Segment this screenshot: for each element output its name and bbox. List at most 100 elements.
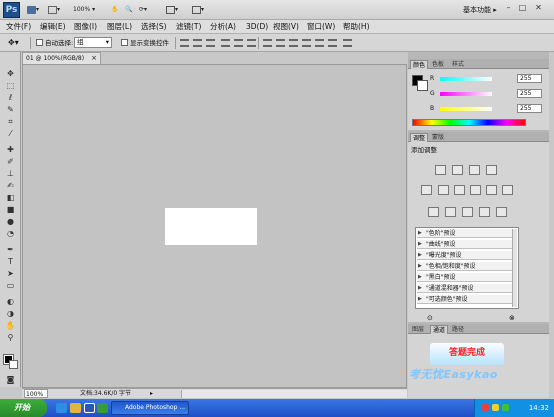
tab-masks[interactable]: 蒙版 — [430, 133, 446, 142]
eraser-tool-icon[interactable]: ◧ — [4, 192, 17, 203]
threshold-icon[interactable] — [462, 207, 473, 217]
zoom-level-dropdown[interactable]: 100% ▾ — [70, 3, 98, 17]
preset-scrollbar[interactable] — [512, 229, 517, 307]
selective-color-icon[interactable] — [496, 207, 507, 217]
slider-r-track[interactable] — [440, 77, 492, 81]
arrange-documents-button[interactable]: ▾ — [163, 3, 181, 17]
status-menu-arrow-icon[interactable]: ▸ — [150, 389, 153, 398]
align-right-icon[interactable] — [247, 39, 256, 47]
menu-select[interactable]: 选择(S) — [141, 21, 167, 33]
align-bottom-icon[interactable] — [206, 39, 215, 47]
black-white-icon[interactable] — [470, 185, 481, 195]
preset-levels[interactable]: "色阶"预设 — [417, 229, 515, 238]
close-icon[interactable]: ✕ — [533, 3, 544, 14]
distribute-top-icon[interactable] — [263, 39, 272, 47]
menu-window[interactable]: 窗口(W) — [307, 21, 335, 33]
pen-tool-icon[interactable]: ✒ — [4, 244, 17, 255]
distribute-vcenter-icon[interactable] — [276, 39, 285, 47]
align-vcenter-icon[interactable] — [193, 39, 202, 47]
canvas-area[interactable] — [22, 64, 407, 388]
tray-icon-2[interactable] — [492, 404, 499, 411]
menu-filter[interactable]: 滤镜(T) — [176, 21, 201, 33]
preset-exposure[interactable]: "曝光度"预设 — [417, 251, 515, 260]
type-tool-icon[interactable]: T — [4, 256, 17, 267]
delete-adjustment-icon[interactable]: ⊗ — [509, 314, 515, 322]
menu-layer[interactable]: 图层(L) — [107, 21, 132, 33]
slider-b-track[interactable] — [440, 107, 492, 111]
auto-select-dropdown[interactable]: 组 ▾ — [74, 37, 112, 48]
distribute-bottom-icon[interactable] — [289, 39, 298, 47]
clone-stamp-tool-icon[interactable]: ⊥ — [4, 168, 17, 179]
taskbar-photoshop[interactable]: Adobe Photoshop ... — [111, 401, 189, 415]
move-tool-icon[interactable]: ✥▾ — [8, 37, 19, 49]
gradient-map-icon[interactable] — [479, 207, 490, 217]
tab-color[interactable]: 颜色 — [410, 60, 429, 69]
hue-saturation-icon[interactable] — [438, 185, 449, 195]
curves-icon[interactable] — [469, 165, 480, 175]
clip-layer-icon[interactable]: ⊙ — [427, 314, 433, 322]
levels-icon[interactable] — [452, 165, 463, 175]
show-transform-checkbox[interactable]: 显示变换控件 — [121, 37, 169, 49]
vibrance-icon[interactable] — [421, 185, 432, 195]
menu-edit[interactable]: 编辑(E) — [40, 21, 66, 33]
gradient-tool-icon[interactable]: ■ — [4, 204, 17, 215]
hand-tool-button[interactable]: ✋ — [108, 3, 121, 17]
close-icon[interactable]: × — [91, 53, 97, 64]
menu-help[interactable]: 帮助(H) — [343, 21, 370, 33]
menu-file[interactable]: 文件(F) — [6, 21, 31, 33]
channel-mixer-icon[interactable] — [502, 185, 513, 195]
tab-styles[interactable]: 样式 — [450, 60, 466, 69]
path-select-tool-icon[interactable]: ➤ — [4, 268, 17, 279]
tab-swatches[interactable]: 色板 — [430, 60, 446, 69]
ie-icon[interactable] — [56, 403, 67, 413]
excel-icon[interactable] — [97, 403, 108, 413]
3d-rotate-tool-icon[interactable]: ◐ — [4, 296, 17, 307]
word-icon[interactable] — [84, 403, 95, 413]
rotate-view-button[interactable]: ⟳▾ — [136, 3, 150, 17]
preset-black-white[interactable]: "黑白"预设 — [417, 273, 515, 282]
tab-layers[interactable]: 图层 — [410, 325, 426, 334]
healing-brush-tool-icon[interactable]: ✚ — [4, 144, 17, 155]
slider-b-value[interactable]: 255 — [517, 104, 542, 113]
preset-hue-saturation[interactable]: "色相/饱和度"预设 — [417, 262, 515, 271]
document-tab[interactable]: 01 @ 100%(RGB/8) × — [22, 52, 101, 64]
folder-icon[interactable] — [70, 403, 81, 413]
tab-paths[interactable]: 路径 — [450, 325, 466, 334]
tray-icon-3[interactable] — [502, 404, 509, 411]
quick-select-tool-icon[interactable]: ✎ — [4, 104, 17, 115]
align-hcenter-icon[interactable] — [234, 39, 243, 47]
auto-align-icon[interactable] — [343, 39, 352, 47]
zoom-tool-button[interactable]: 🔍 — [122, 3, 135, 17]
slider-g-value[interactable]: 255 — [517, 89, 542, 98]
distribute-right-icon[interactable] — [328, 39, 337, 47]
shape-tool-icon[interactable]: ▭ — [4, 280, 17, 291]
preset-selective-color[interactable]: "可选颜色"预设 — [417, 295, 515, 304]
preset-curves[interactable]: "曲线"预设 — [417, 240, 515, 249]
dodge-tool-icon[interactable]: ◔ — [4, 228, 17, 239]
menu-analysis[interactable]: 分析(A) — [210, 21, 236, 33]
slider-g-track[interactable] — [440, 92, 492, 96]
history-brush-tool-icon[interactable]: ✍ — [4, 180, 17, 191]
bridge-button[interactable]: ▾ — [24, 3, 42, 17]
move-tool-icon[interactable]: ✥ — [4, 68, 17, 79]
color-balance-icon[interactable] — [454, 185, 465, 195]
menu-view[interactable]: 视图(V) — [273, 21, 299, 33]
invert-icon[interactable] — [428, 207, 439, 217]
panel-background-swatch[interactable] — [417, 80, 428, 91]
marquee-tool-icon[interactable]: ⬚ — [4, 80, 17, 91]
hand-tool-icon[interactable]: ✋ — [4, 320, 17, 331]
tab-adjustments[interactable]: 调整 — [410, 133, 429, 142]
start-button[interactable]: 开始 — [0, 399, 47, 417]
tab-channels[interactable]: 通道 — [430, 325, 449, 334]
document-canvas[interactable] — [165, 208, 257, 245]
eyedropper-tool-icon[interactable]: ⁄ — [4, 128, 17, 139]
menu-3d[interactable]: 3D(D) — [246, 21, 268, 33]
workspace-switcher[interactable]: 基本功能 ▸ — [463, 3, 497, 17]
auto-select-checkbox[interactable]: 自动选择: — [36, 37, 73, 49]
menu-image[interactable]: 图像(I) — [74, 21, 97, 33]
minibridge-button[interactable]: ▾ — [45, 3, 63, 17]
horizontal-scrollbar[interactable] — [181, 390, 407, 398]
lasso-tool-icon[interactable]: ℓ — [4, 92, 17, 103]
preset-channel-mixer[interactable]: "通道混和器"预设 — [417, 284, 515, 293]
status-zoom-field[interactable]: 100% — [24, 389, 48, 398]
